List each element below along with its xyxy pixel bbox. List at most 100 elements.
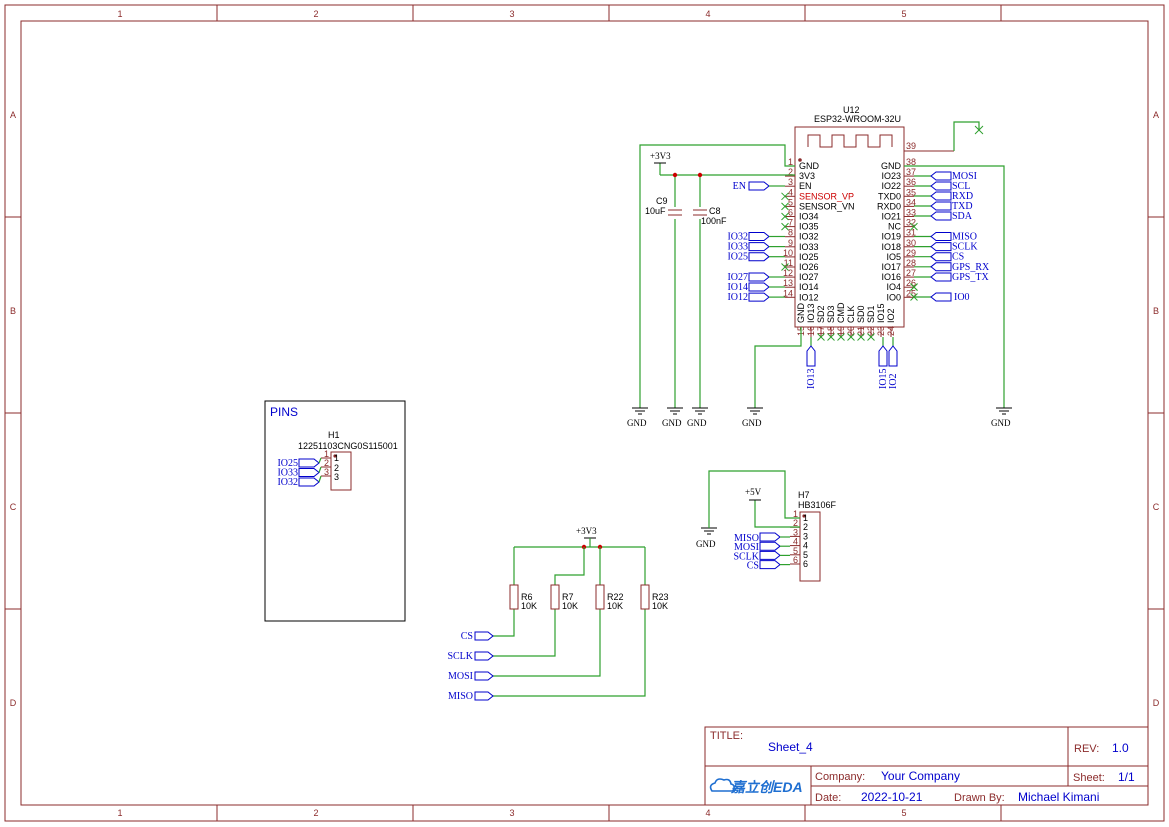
resistor-r22[interactable]: R2210K xyxy=(595,584,624,611)
net-flag-io13 xyxy=(806,345,816,367)
pin-name: IO0 xyxy=(886,292,901,302)
row-label: C xyxy=(10,502,17,512)
pin-name: IO13 xyxy=(806,303,816,323)
pin-number: 17 xyxy=(816,326,826,336)
jlc-eda-logo: 嘉立创EDA xyxy=(709,778,803,795)
sheet-frame: 1 2 3 4 5 1 2 3 4 5 A B C D A B C D xyxy=(4,4,1165,822)
col-label: 5 xyxy=(901,808,906,818)
pin-name: EN xyxy=(799,181,812,191)
pin-number: 6 xyxy=(793,555,798,565)
pin-name: IO2 xyxy=(886,308,896,323)
c8-ref: C8 xyxy=(709,206,721,216)
h7-part: HB3106F xyxy=(798,500,837,510)
pin-name: IO18 xyxy=(881,242,901,252)
pin-name: IO14 xyxy=(799,282,819,292)
net-label: CS xyxy=(461,631,473,642)
gnd-label: GND xyxy=(696,539,716,549)
pin-name: SD3 xyxy=(826,305,836,323)
capacitor-c8[interactable]: C8 100nF xyxy=(693,206,727,226)
net-flag-mosi xyxy=(930,171,952,181)
pin-name: GND xyxy=(796,303,806,324)
pin-name: CLK xyxy=(846,305,856,323)
row-label: A xyxy=(1153,110,1159,120)
col-label: 4 xyxy=(705,9,710,19)
row-label: A xyxy=(10,110,16,120)
pin-number: 19 xyxy=(836,326,846,336)
net-flag-io2 xyxy=(888,345,898,367)
v5-label: +5V xyxy=(745,487,762,497)
pin-name: IO35 xyxy=(799,222,819,232)
power-3v3-u12: +3V3 xyxy=(650,151,671,164)
resistor-r7[interactable]: R710K xyxy=(550,584,578,611)
title-label: TITLE: xyxy=(710,730,743,742)
capacitor-c9[interactable]: C9 10uF xyxy=(645,196,682,219)
net-label: EN xyxy=(733,181,746,192)
pin-name: 6 xyxy=(803,559,808,569)
sheet-title: Sheet_4 xyxy=(768,740,813,754)
net-flag-sclk xyxy=(759,550,781,560)
pin-name: SENSOR_VN xyxy=(799,201,855,211)
pullup-net-flags: CS SCLK MOSI MISO xyxy=(447,631,494,702)
drawn-label: Drawn By: xyxy=(954,792,1005,804)
resistor-value: 10K xyxy=(607,601,623,611)
pin-name: IO17 xyxy=(881,262,901,272)
pin-name: SD2 xyxy=(816,305,826,323)
sheet-label: Sheet: xyxy=(1073,772,1105,784)
gnd-label: GND xyxy=(742,418,762,428)
u12-right-net-flags: MOSISCLRXDTXDSDAMISOSCLKCSGPS_RXGPS_TXIO… xyxy=(910,171,990,303)
pin-number: 3 xyxy=(788,177,793,187)
net-flag-miso xyxy=(930,232,952,241)
col-label: 2 xyxy=(313,808,318,818)
net-flag-miso xyxy=(474,691,494,701)
net-flag-mosi xyxy=(759,541,781,551)
pin-name: SD0 xyxy=(856,305,866,323)
col-label: 2 xyxy=(313,9,318,19)
col-label: 4 xyxy=(705,808,710,818)
pin-name: IO21 xyxy=(881,212,901,222)
col-label: 1 xyxy=(117,9,122,19)
pin-name: RXD0 xyxy=(877,201,901,211)
pin-name: GND xyxy=(881,161,902,171)
pin-name: SENSOR_VP xyxy=(799,191,854,201)
h7-wiring: +5V xyxy=(708,470,800,528)
pin39-number: 39 xyxy=(906,141,916,151)
pin-name: IO33 xyxy=(799,242,819,252)
net-flag-io14 xyxy=(748,282,770,292)
net-flag-io33 xyxy=(298,468,320,477)
net-flag-sclk xyxy=(474,651,494,661)
net-flag-cs xyxy=(474,631,494,641)
pin-number: 2 xyxy=(788,167,793,177)
net-label: IO0 xyxy=(954,292,970,303)
v33-label: +3V3 xyxy=(576,526,597,536)
header-h1[interactable]: H1 12251103CNG0S115001 1 12 23 3IO25IO33IO3… xyxy=(277,430,398,491)
pin-name: IO34 xyxy=(799,212,819,222)
resistor-value: 10K xyxy=(652,601,668,611)
resistor-r6[interactable]: R610K xyxy=(509,584,537,611)
net-label: MISO xyxy=(448,691,473,702)
date-label: Date: xyxy=(815,792,841,804)
net-label: IO32 xyxy=(277,477,298,488)
pin-name: IO23 xyxy=(881,171,901,181)
u12-part: ESP32-WROOM-32U xyxy=(814,114,901,124)
pin-name: IO32 xyxy=(799,232,819,242)
u12-esp32-module[interactable]: U12 ESP32-WROOM-32U 1 GND2 3V33 EN4 SENSOR_V… xyxy=(781,105,955,341)
net-flag-cs xyxy=(759,560,781,570)
sheet-value: 1/1 xyxy=(1118,770,1135,784)
net-flag-gps_tx xyxy=(930,272,952,282)
pin-name: SD1 xyxy=(866,305,876,323)
rev-value: 1.0 xyxy=(1112,741,1129,755)
pin-number: 18 xyxy=(826,326,836,336)
pin-number: 16 xyxy=(806,326,816,336)
resistor-r23[interactable]: R2310K xyxy=(640,584,669,611)
gnd-label: GND xyxy=(991,418,1011,428)
u12-bottom-net-flags: IO13 IO15 IO2 xyxy=(806,337,899,389)
pin-name: CMD xyxy=(836,302,846,323)
net-flag-scl xyxy=(930,181,952,191)
h1-ref: H1 xyxy=(328,430,340,440)
net-label: MOSI xyxy=(448,671,473,682)
pin-name: IO12 xyxy=(799,292,819,302)
pin-number: 21 xyxy=(856,326,866,336)
pin-name: IO5 xyxy=(886,252,901,262)
net-flag-txd xyxy=(930,201,952,211)
pin-number: 9 xyxy=(788,238,793,248)
